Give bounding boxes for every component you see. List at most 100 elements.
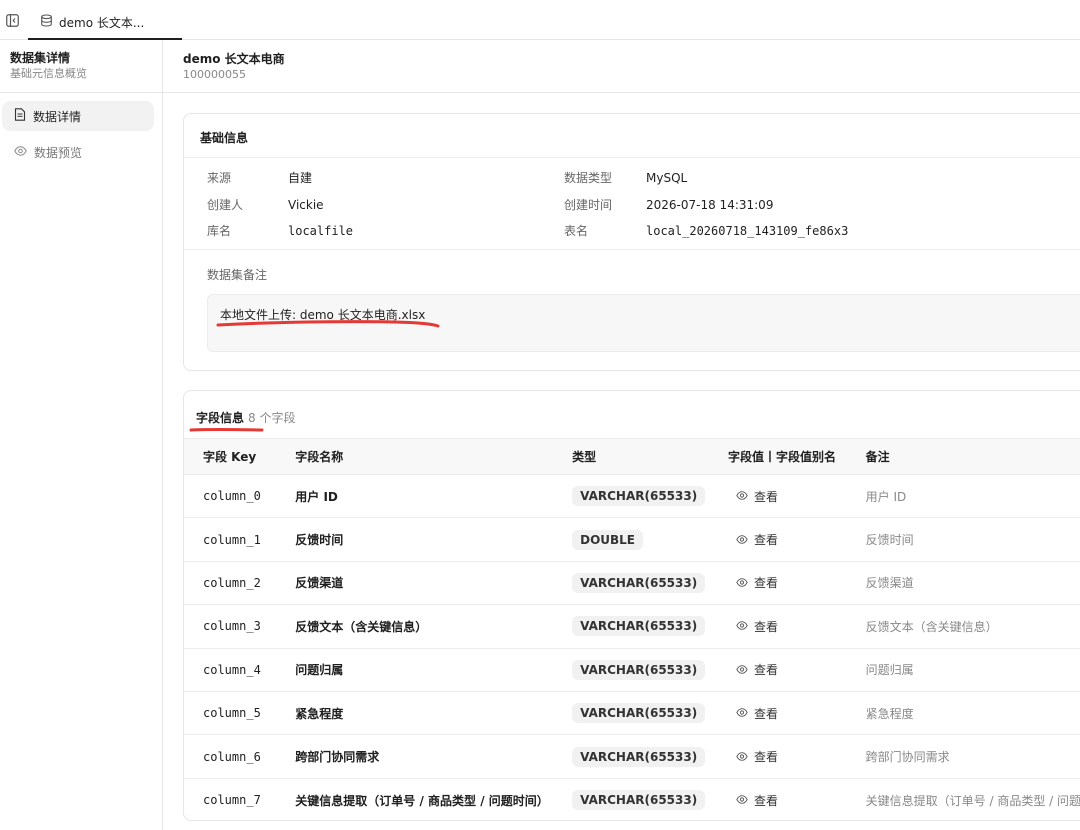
field-key: column_1 [184,517,296,562]
field-type-badge: VARCHAR(65533) [572,659,706,680]
sidebar-item-preview[interactable]: 数据预览 [2,137,154,167]
sidebar: 数据集详情 基础元信息概览 数据详情 数据预览 [0,40,163,830]
table-header-row: 字段 Key 字段名称 类型 字段值丨字段值别名 备注 [184,438,1080,475]
field-type-badge: VARCHAR(65533) [572,703,706,724]
tab-bar: demo 长文本... [0,0,1080,40]
tab-label: demo 长文本... [59,15,145,30]
field-name: 反馈渠道 [295,561,573,606]
creator-value: Vickie [288,198,324,212]
field-key: column_6 [184,734,296,779]
note-box: 本地文件上传: demo 长文本电商.xlsx [207,294,1080,352]
field-name: 用户 ID [295,474,573,519]
table-label: 表名 [564,224,589,238]
view-values-button[interactable]: 查看 [736,792,778,809]
field-value-cell: 查看 [727,517,866,562]
field-note: 反馈文本（含关键信息） [865,604,1080,649]
note-value: 本地文件上传: demo 长文本电商.xlsx [220,308,426,322]
page-header: demo 长文本电商 100000055 [163,40,1080,93]
eye-icon [736,663,748,677]
basic-info-card: 基础信息 来源 自建 创建人 Vickie 库名 localfile 数据类型 … [183,113,1080,371]
sidebar-subtitle: 基础元信息概览 [10,67,87,80]
field-name: 关键信息提取（订单号 / 商品类型 / 问题时间） [295,793,549,808]
view-label: 查看 [753,793,778,808]
field-value-cell: 查看 [727,561,866,606]
field-type-cell: VARCHAR(65533) [572,561,728,606]
source-label: 来源 [207,171,232,185]
field-note: 跨部门协同需求 [865,734,1080,779]
sidebar-toggle-icon[interactable] [4,12,20,28]
field-note: 反馈渠道 [865,561,1080,606]
field-type-cell: VARCHAR(65533) [572,604,728,649]
field-type-cell: VARCHAR(65533) [572,778,728,821]
field-value-cell: 查看 [727,474,866,519]
field-name: 问题归属 [295,648,573,692]
table-row: column_1 反馈时间 DOUBLE 查看 反馈时间 [184,517,1080,562]
view-label: 查看 [753,489,778,504]
view-values-button[interactable]: 查看 [736,574,778,591]
basic-info-grid: 来源 自建 创建人 Vickie 库名 localfile 数据类型 MySQL… [184,158,1080,250]
field-note: 紧急程度 [865,691,1080,736]
eye-icon [14,145,27,159]
field-note: 反馈时间 [865,517,1080,562]
field-type-cell: VARCHAR(65533) [572,648,728,692]
table-value: local_20260718_143109_fe86x3 [646,224,849,238]
field-table: 字段 Key 字段名称 类型 字段值丨字段值别名 备注 column_0 用户 I… [184,438,1080,822]
sidebar-item-details[interactable]: 数据详情 [2,101,154,131]
table-row: column_5 紧急程度 VARCHAR(65533) 查看 紧急程度 [184,691,1080,736]
field-value-cell: 查看 [727,734,866,779]
dtype-value: MySQL [646,171,688,185]
field-note: 用户 ID [865,474,1080,519]
field-key: column_3 [184,604,296,649]
field-key: column_7 [203,793,261,808]
view-label: 查看 [753,750,778,765]
sidebar-title: 数据集详情 [10,51,71,65]
view-values-button[interactable]: 查看 [736,618,778,635]
field-value-cell: 查看 [727,648,866,692]
field-type-cell: VARCHAR(65533) [572,691,728,736]
db-label: 库名 [207,224,232,238]
field-note: 关键信息提取（订单号 / 商品类型 / 问题时 [865,793,1080,808]
table-row: column_6 跨部门协同需求 VARCHAR(65533) 查看 跨部门协同需求 [184,734,1080,779]
field-name: 紧急程度 [295,691,573,736]
header-field-value: 字段值丨字段值别名 [727,438,866,475]
field-value-cell: 查看 [727,604,866,649]
db-value: localfile [288,224,354,238]
sidebar-item-label: 数据预览 [34,145,83,160]
table-row: column_7 关键信息提取（订单号 / 商品类型 / 问题时间） VARCHAR… [184,778,1080,821]
field-info-title: 字段信息 8 个字段 [184,391,1080,439]
eye-icon [736,619,748,633]
sidebar-header: 数据集详情 基础元信息概览 [0,40,162,93]
view-label: 查看 [753,533,778,548]
view-values-button[interactable]: 查看 [736,488,778,505]
database-icon [40,14,53,30]
view-label: 查看 [753,706,778,721]
view-values-button[interactable]: 查看 [736,531,778,548]
field-info-heading: 字段信息 [196,411,245,425]
eye-icon [736,576,748,590]
field-value-cell: 查看 [728,778,866,821]
tab-dataset[interactable]: demo 长文本... [28,6,182,40]
field-name: 反馈时间 [295,517,573,562]
field-key: column_2 [184,561,296,606]
page-title: demo 长文本电商 [183,52,285,66]
field-type-badge: VARCHAR(65533) [572,746,706,767]
view-label: 查看 [753,663,778,678]
table-row: column_4 问题归属 VARCHAR(65533) 查看 问题归属 [184,648,1080,692]
field-type-cell: VARCHAR(65533) [572,474,728,519]
document-icon [14,108,26,124]
field-key: column_4 [184,648,296,692]
ctime-value: 2026-07-18 14:31:09 [646,198,774,212]
field-value-cell: 查看 [727,691,866,736]
eye-icon [736,706,748,720]
view-label: 查看 [753,576,778,591]
sidebar-nav: 数据详情 数据预览 [0,93,162,167]
field-type-badge: VARCHAR(65533) [572,616,706,637]
dataset-id: 100000055 [183,68,246,81]
view-values-button[interactable]: 查看 [736,748,778,765]
field-info-card: 字段信息 8 个字段 字段 Key 字段名称 类型 字段值丨字段值别名 备注 co… [183,390,1080,821]
field-name: 反馈文本（含关键信息） [295,604,573,649]
view-label: 查看 [753,619,778,634]
view-values-button[interactable]: 查看 [736,661,778,678]
table-row: column_0 用户 ID VARCHAR(65533) 查看 用户 ID [184,474,1080,519]
view-values-button[interactable]: 查看 [736,705,778,722]
